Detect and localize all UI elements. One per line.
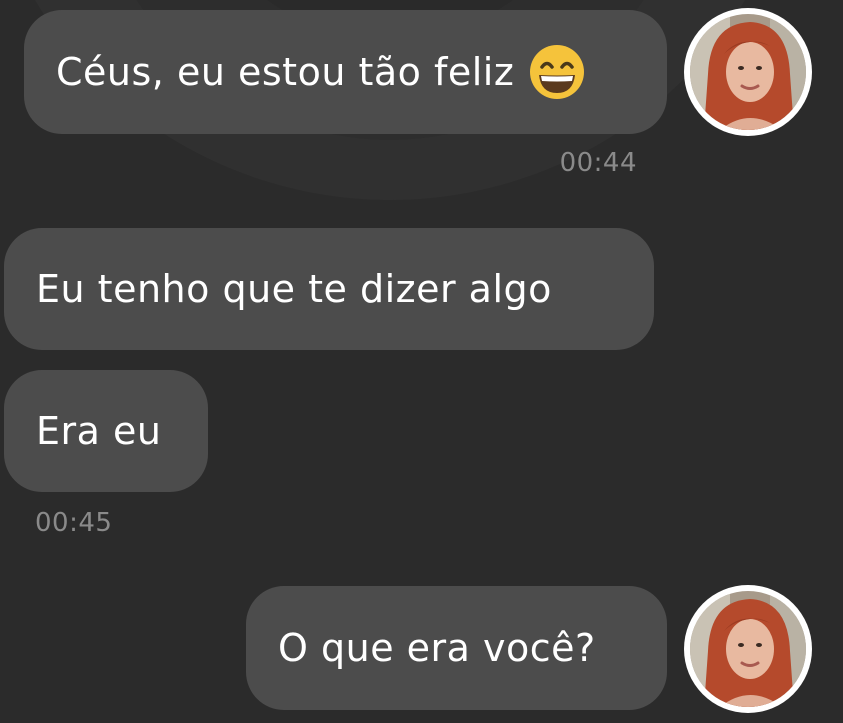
message-text: Céus, eu estou tão feliz: [56, 50, 515, 94]
message-text: O que era você?: [278, 626, 596, 670]
message-bubble-received[interactable]: Era eu: [4, 370, 208, 492]
message-timestamp: 00:45: [35, 508, 113, 538]
sender-avatar[interactable]: [684, 8, 812, 136]
message-bubble-sent[interactable]: Céus, eu estou tão feliz: [24, 10, 667, 134]
message-bubble-sent[interactable]: O que era você?: [246, 586, 667, 710]
grinning-face-emoji-icon: [528, 43, 586, 101]
message-timestamp: 00:44: [559, 148, 637, 178]
message-text: Era eu: [36, 409, 162, 453]
chat-view: Céus, eu estou tão feliz 00:44 Eu tenho …: [0, 0, 843, 723]
sender-avatar[interactable]: [684, 585, 812, 713]
message-text: Eu tenho que te dizer algo: [36, 267, 552, 311]
message-bubble-received[interactable]: Eu tenho que te dizer algo: [4, 228, 654, 350]
